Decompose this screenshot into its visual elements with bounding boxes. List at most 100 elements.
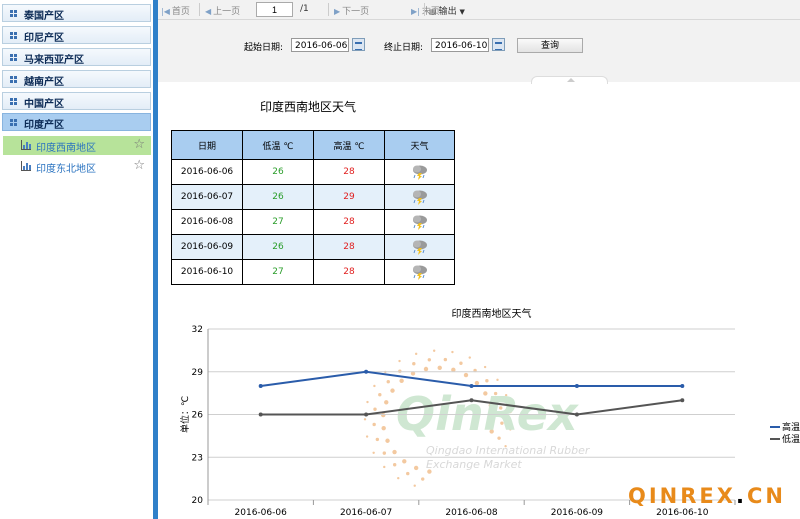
y-tick-label: 23 bbox=[192, 453, 203, 463]
watermark-dot bbox=[399, 378, 404, 384]
last-page-icon: ▶| bbox=[411, 7, 420, 16]
watermark-dot bbox=[363, 418, 367, 421]
thunderstorm-icon bbox=[411, 165, 429, 180]
watermark-dot bbox=[443, 357, 448, 362]
prev-page-button[interactable]: ◀ 上一页 bbox=[205, 4, 240, 17]
start-date-input[interactable]: 2016-06-06 bbox=[291, 38, 349, 52]
watermark-dot bbox=[381, 412, 386, 418]
watermark-dot bbox=[474, 380, 480, 386]
next-page-icon: ▶ bbox=[334, 7, 341, 16]
data-point bbox=[258, 384, 263, 388]
watermark-dot bbox=[414, 352, 418, 356]
grid-icon bbox=[10, 119, 17, 126]
watermark-dot bbox=[378, 392, 382, 397]
table-row: 2016-06-06 26 28 bbox=[171, 159, 455, 185]
watermark-dot bbox=[432, 349, 436, 352]
watermark-dot bbox=[398, 369, 402, 373]
y-tick-label: 32 bbox=[192, 325, 203, 335]
watermark-dot bbox=[421, 477, 425, 481]
collapse-panel-toggle[interactable] bbox=[531, 76, 608, 84]
cell-low: 26 bbox=[242, 234, 314, 260]
region-indonesia[interactable]: 印尼产区 bbox=[2, 26, 151, 44]
region-china[interactable]: 中国产区 bbox=[2, 92, 151, 110]
subitem-india-southwest[interactable]: 印度西南地区 ☆ bbox=[3, 136, 151, 155]
end-date-label: 终止日期: bbox=[384, 43, 424, 53]
cell-date: 2016-06-08 bbox=[171, 209, 243, 235]
region-vietnam[interactable]: 越南产区 bbox=[2, 70, 151, 88]
watermark-url-dot: . bbox=[735, 484, 747, 508]
region-label: 中国产区 bbox=[24, 99, 64, 110]
divider bbox=[424, 3, 425, 16]
x-tick-label: 2016-06-10 bbox=[656, 508, 709, 518]
region-india[interactable]: 印度产区 bbox=[2, 113, 151, 131]
subitem-label: 印度东北地区 bbox=[36, 164, 96, 175]
watermark-dot bbox=[372, 422, 376, 427]
watermark-dot bbox=[385, 438, 390, 443]
table-header-row: 日期 低温 ℃ 高温 ℃ 天气 bbox=[171, 130, 455, 160]
cell-date: 2016-06-10 bbox=[171, 259, 243, 285]
divider bbox=[328, 3, 329, 16]
first-page-button[interactable]: |◀ 首页 bbox=[161, 4, 190, 17]
watermark-dot bbox=[413, 465, 419, 471]
data-point bbox=[680, 384, 685, 388]
watermark-dot bbox=[373, 384, 376, 388]
cell-weather bbox=[384, 184, 455, 210]
watermark-dot bbox=[412, 362, 416, 366]
data-point bbox=[364, 369, 369, 374]
page-number-input[interactable] bbox=[256, 2, 293, 17]
watermark-dot bbox=[375, 437, 380, 442]
data-point bbox=[364, 412, 369, 417]
column-header-high: 高温 ℃ bbox=[313, 130, 385, 160]
sidebar: 泰国产区 印尼产区 马来西亚产区 越南产区 中国产区 印度产区 印度西南地区 ☆… bbox=[0, 0, 155, 519]
watermark-dot bbox=[392, 449, 397, 455]
subitem-india-northeast[interactable]: 印度东北地区 ☆ bbox=[3, 157, 151, 176]
calendar-icon[interactable] bbox=[492, 38, 505, 51]
watermark-dot bbox=[373, 407, 377, 411]
calendar-icon[interactable] bbox=[352, 38, 365, 51]
cell-high: 28 bbox=[313, 209, 385, 235]
subitem-label: 印度西南地区 bbox=[36, 143, 96, 154]
report-title: 印度西南地区天气 bbox=[260, 100, 357, 114]
grid-icon bbox=[10, 10, 17, 17]
data-point bbox=[258, 412, 263, 417]
thunderstorm-icon bbox=[411, 190, 429, 205]
region-label: 印尼产区 bbox=[24, 33, 64, 44]
x-tick-label: 2016-06-09 bbox=[551, 508, 604, 518]
table-row: 2016-06-09 26 28 bbox=[171, 234, 455, 260]
next-page-button[interactable]: ▶ 下一页 bbox=[334, 4, 369, 17]
watermark-line1: Qingdao International Rubber bbox=[426, 444, 591, 457]
region-malaysia[interactable]: 马来西亚产区 bbox=[2, 48, 151, 66]
region-label: 马来西亚产区 bbox=[24, 55, 84, 66]
star-icon[interactable]: ☆ bbox=[133, 137, 145, 152]
x-tick-label: 2016-06-06 bbox=[235, 508, 288, 518]
chart-title: 印度西南地区天气 bbox=[452, 307, 532, 320]
grid-icon bbox=[10, 98, 17, 105]
page-total: /1 bbox=[300, 4, 309, 14]
y-tick-label: 29 bbox=[192, 368, 204, 378]
region-thailand[interactable]: 泰国产区 bbox=[2, 4, 151, 22]
bar-chart-icon bbox=[21, 161, 31, 171]
export-button[interactable]: ▤ 输出 ▼ bbox=[429, 4, 465, 17]
document-icon: ▤ bbox=[429, 7, 437, 16]
watermark-dot bbox=[468, 356, 471, 359]
cell-weather bbox=[384, 259, 455, 285]
grid-icon bbox=[10, 32, 17, 39]
end-date-input[interactable]: 2016-06-10 bbox=[431, 38, 489, 52]
prev-page-icon: ◀ bbox=[205, 7, 212, 16]
watermark-dot bbox=[437, 365, 442, 370]
region-label: 越南产区 bbox=[24, 77, 64, 88]
data-point bbox=[680, 398, 685, 403]
watermark-dot bbox=[423, 366, 429, 372]
watermark-dot bbox=[386, 380, 390, 384]
cell-low: 27 bbox=[242, 259, 314, 285]
query-button[interactable]: 查询 bbox=[517, 38, 583, 53]
star-icon[interactable]: ☆ bbox=[133, 158, 145, 173]
grid-icon bbox=[10, 54, 17, 61]
cell-date: 2016-06-06 bbox=[171, 159, 243, 185]
watermark-dot bbox=[483, 365, 487, 369]
table-row: 2016-06-07 26 29 bbox=[171, 184, 455, 210]
watermark-url: QINREX.CN bbox=[628, 484, 786, 508]
bar-chart-icon bbox=[21, 140, 31, 150]
y-axis-label: 单位：℃ bbox=[179, 396, 191, 433]
filter-panel: 起始日期: 2016-06-06 终止日期: 2016-06-10 查询 bbox=[158, 20, 800, 84]
